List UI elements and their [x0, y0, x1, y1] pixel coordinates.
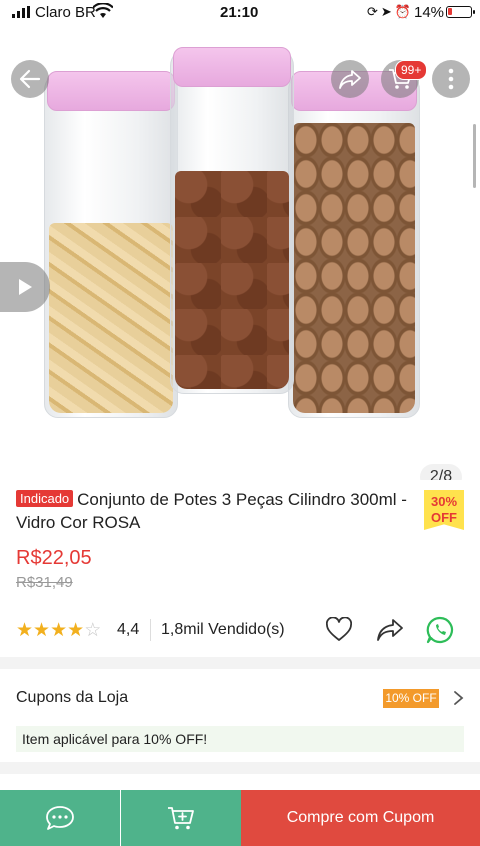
back-button[interactable] [11, 60, 49, 98]
coupon-applicable-note: Item aplicável para 10% OFF! [16, 726, 464, 752]
whatsapp-icon[interactable] [426, 616, 454, 644]
original-price: R$31,49 [16, 574, 73, 591]
carrier-name: Claro BR [35, 4, 96, 21]
add-to-cart-button[interactable] [121, 790, 241, 846]
rating-stars: ★★★★☆ [16, 619, 101, 642]
divider [150, 619, 151, 641]
share-button[interactable] [331, 60, 369, 98]
clock: 21:10 [220, 4, 259, 21]
sold-count: 1,8mil Vendido(s) [161, 621, 285, 638]
discount-percent: 30% [430, 494, 458, 509]
product-title: Indicado Conjunto de Potes 3 Peças Cilind… [16, 488, 416, 534]
section-divider [0, 657, 480, 669]
star-icon: ★ [50, 620, 68, 641]
back-arrow-icon [19, 69, 41, 89]
chevron-right-icon[interactable] [452, 690, 464, 706]
product-jar-image [44, 71, 178, 418]
current-price: R$22,05 [16, 547, 92, 569]
product-image-gallery[interactable]: 99+ 2/8 [0, 24, 480, 480]
cart-count-badge: 99+ [395, 60, 428, 80]
heart-icon[interactable] [326, 617, 352, 643]
rating-value: 4,4 [117, 621, 140, 638]
status-icons: ⟳➤⏰ [367, 4, 414, 20]
battery-icon [446, 6, 475, 18]
signal-icon [12, 6, 30, 18]
play-icon [19, 279, 32, 295]
product-title-text: Conjunto de Potes 3 Peças Cilindro 300ml… [16, 490, 407, 532]
share-icon[interactable] [376, 617, 404, 643]
product-jar-image [288, 71, 420, 418]
star-icon: ★ [33, 620, 51, 641]
share-icon [339, 70, 361, 89]
more-vertical-icon [448, 68, 454, 90]
chat-button[interactable] [0, 790, 120, 846]
product-jar-image [170, 47, 294, 394]
add-to-cart-icon [168, 807, 194, 830]
star-icon: ★ [16, 620, 34, 641]
chat-icon [46, 806, 74, 830]
star-outline-icon: ☆ [84, 620, 102, 641]
scroll-indicator [473, 124, 476, 188]
wifi-icon [93, 3, 113, 18]
status-bar: Claro BR 21:10 ⟳➤⏰ 14% [0, 0, 480, 24]
location-icon: ➤ [380, 4, 395, 19]
more-options-button[interactable] [432, 60, 470, 98]
lock-rotation-icon: ⟳ [367, 4, 381, 19]
bottom-action-bar: Compre com Cupom [0, 790, 480, 846]
discount-label: OFF [431, 510, 457, 525]
play-video-button[interactable] [0, 262, 50, 312]
buy-with-coupon-button[interactable]: Compre com Cupom [241, 790, 480, 846]
image-counter: 2/8 [420, 464, 462, 480]
recommended-tag: Indicado [16, 490, 74, 507]
store-coupons-title[interactable]: Cupons da Loja [16, 689, 128, 707]
battery-percent: 14% [414, 4, 445, 21]
star-icon: ★ [67, 620, 85, 641]
coupon-tag[interactable]: 10% OFF [383, 689, 439, 708]
discount-badge: 30% OFF [424, 490, 464, 530]
alarm-icon: ⏰ [394, 4, 414, 19]
section-divider [0, 762, 480, 774]
rating-row: ★★★★☆ 4,4 1,8mil Vendido(s) [16, 616, 466, 644]
